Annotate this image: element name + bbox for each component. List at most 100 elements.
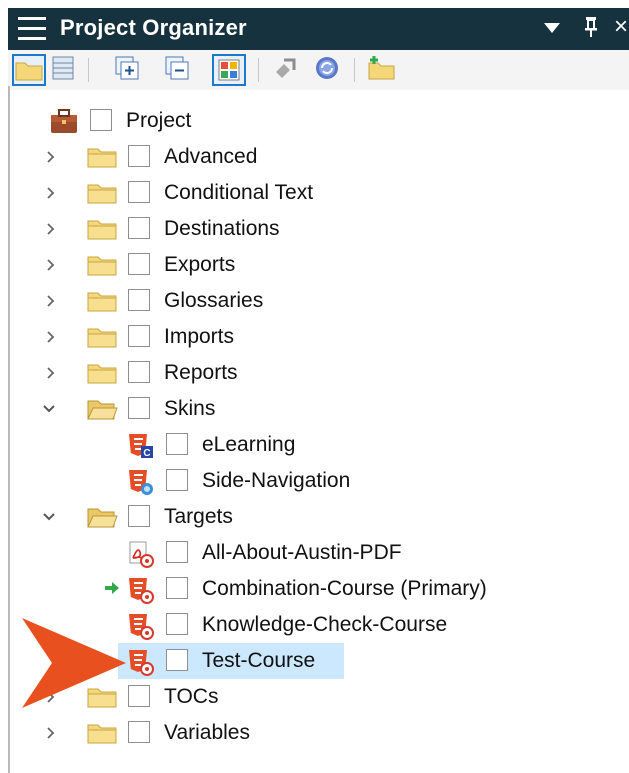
tree-item-skins[interactable]: Skins [10, 391, 610, 427]
tree-item-label: Targets [164, 505, 233, 528]
sync-button[interactable] [312, 54, 346, 86]
collapse-all-button[interactable] [162, 54, 196, 86]
checkbox[interactable] [128, 397, 150, 419]
tree-item-all-about-austin-pdf[interactable]: All-About-Austin-PDF [10, 535, 610, 571]
hamburger-menu-icon[interactable] [18, 16, 46, 42]
table-icon [52, 56, 74, 80]
expand-all-button[interactable] [112, 54, 146, 86]
checkbox[interactable] [128, 361, 150, 383]
chevron-right-icon[interactable] [45, 222, 57, 235]
dropdown-arrow-icon[interactable] [544, 23, 560, 33]
checkbox[interactable] [128, 289, 150, 311]
checkbox[interactable] [128, 181, 150, 203]
checkbox[interactable] [166, 613, 188, 635]
tree-item-variables[interactable]: Variables [10, 715, 610, 751]
new-folder-button[interactable] [366, 54, 400, 86]
checkbox[interactable] [128, 721, 150, 743]
checkbox[interactable] [90, 109, 112, 131]
tree-item-label: eLearning [202, 433, 296, 456]
checkbox[interactable] [128, 217, 150, 239]
tree-item-targets[interactable]: Targets [10, 499, 610, 535]
tree-item-label: Test-Course [202, 649, 316, 672]
chevron-right-icon[interactable] [45, 150, 57, 163]
open-folder-icon [86, 504, 118, 530]
sync-icon [316, 57, 338, 79]
pin-icon[interactable] [583, 15, 599, 45]
chevron-down-icon[interactable] [42, 403, 55, 415]
tree-item-side-navigation[interactable]: Side-Navigation [10, 463, 610, 499]
table-view-button[interactable] [48, 54, 82, 86]
bind-button[interactable] [270, 54, 304, 86]
chevron-right-icon[interactable] [45, 726, 57, 739]
checkbox[interactable] [166, 469, 188, 491]
tree-item-label: Glossaries [164, 289, 264, 312]
tree-item-conditional-text[interactable]: Conditional Text [10, 175, 610, 211]
tree-item-imports[interactable]: Imports [10, 319, 610, 355]
tree-item-label: Project [126, 109, 192, 132]
html5-target-icon [126, 612, 154, 640]
tree-item-label: Reports [164, 361, 238, 384]
open-folder-button[interactable] [12, 54, 46, 86]
checkbox[interactable] [128, 325, 150, 347]
briefcase-icon [51, 109, 77, 133]
checkbox[interactable] [128, 685, 150, 707]
window-title: Project Organizer [60, 15, 247, 40]
title-bar: Project Organizer × [8, 8, 629, 50]
checkbox[interactable] [166, 541, 188, 563]
tree-item-label: Exports [164, 253, 236, 276]
tree-item-destinations[interactable]: Destinations [10, 211, 610, 247]
tree-item-combination-course-primary[interactable]: Combination-Course (Primary) [10, 571, 610, 607]
html5-skin-icon [126, 468, 154, 496]
expand-icon [115, 56, 139, 80]
tree-item-label: Knowledge-Check-Course [202, 613, 448, 636]
new-folder-icon [368, 56, 395, 80]
orange-pointer-arrow [22, 618, 126, 708]
tree-item-label: All-About-Austin-PDF [202, 541, 402, 564]
folder-icon [86, 180, 118, 206]
tree-item-reports[interactable]: Reports [10, 355, 610, 391]
chevron-right-icon[interactable] [45, 330, 57, 343]
tree-root-project[interactable]: Project [10, 103, 610, 139]
html5-target-icon [126, 648, 154, 676]
tree-item-glossaries[interactable]: Glossaries [10, 283, 610, 319]
checkbox[interactable] [166, 433, 188, 455]
html5-skin-icon: C [126, 432, 154, 460]
tree-item-advanced[interactable]: Advanced [10, 139, 610, 175]
tree-item-label: Variables [164, 721, 250, 744]
chevron-right-icon[interactable] [45, 186, 57, 199]
pdf-target-icon [126, 540, 154, 568]
tree-item-label: Side-Navigation [202, 469, 351, 492]
grid-color-icon [218, 59, 240, 81]
primary-target-arrow-icon [105, 582, 119, 594]
tree-item-exports[interactable]: Exports [10, 247, 610, 283]
tree-item-label: Advanced [164, 145, 258, 168]
svg-text:C: C [143, 448, 150, 459]
tree-item-label: TOCs [164, 685, 219, 708]
tree-item-elearning[interactable]: CeLearning [10, 427, 610, 463]
checkbox[interactable] [128, 253, 150, 275]
tree-item-label: Combination-Course (Primary) [202, 577, 487, 600]
close-button[interactable]: × [614, 13, 628, 41]
tree-item-label: Destinations [164, 217, 280, 240]
folder-icon [86, 144, 118, 170]
chevron-right-icon[interactable] [45, 294, 57, 307]
toolbar [8, 50, 629, 90]
collapse-icon [165, 56, 189, 80]
checkbox[interactable] [166, 577, 188, 599]
folder-icon [86, 720, 118, 746]
chevron-right-icon[interactable] [45, 258, 57, 271]
html5-target-icon [126, 576, 154, 604]
project-organizer-panel: Project Organizer × Project Advanced Con… [0, 0, 629, 773]
tree-item-label: Skins [164, 397, 216, 420]
bind-icon [276, 58, 296, 78]
open-folder-icon [86, 396, 118, 422]
checkbox[interactable] [166, 649, 188, 671]
color-view-button[interactable] [212, 54, 246, 86]
chevron-down-icon[interactable] [42, 511, 55, 523]
checkbox[interactable] [128, 505, 150, 527]
chevron-right-icon[interactable] [45, 366, 57, 379]
folder-icon [86, 252, 118, 278]
folder-icon [86, 360, 118, 386]
folder-icon [86, 324, 118, 350]
checkbox[interactable] [128, 145, 150, 167]
